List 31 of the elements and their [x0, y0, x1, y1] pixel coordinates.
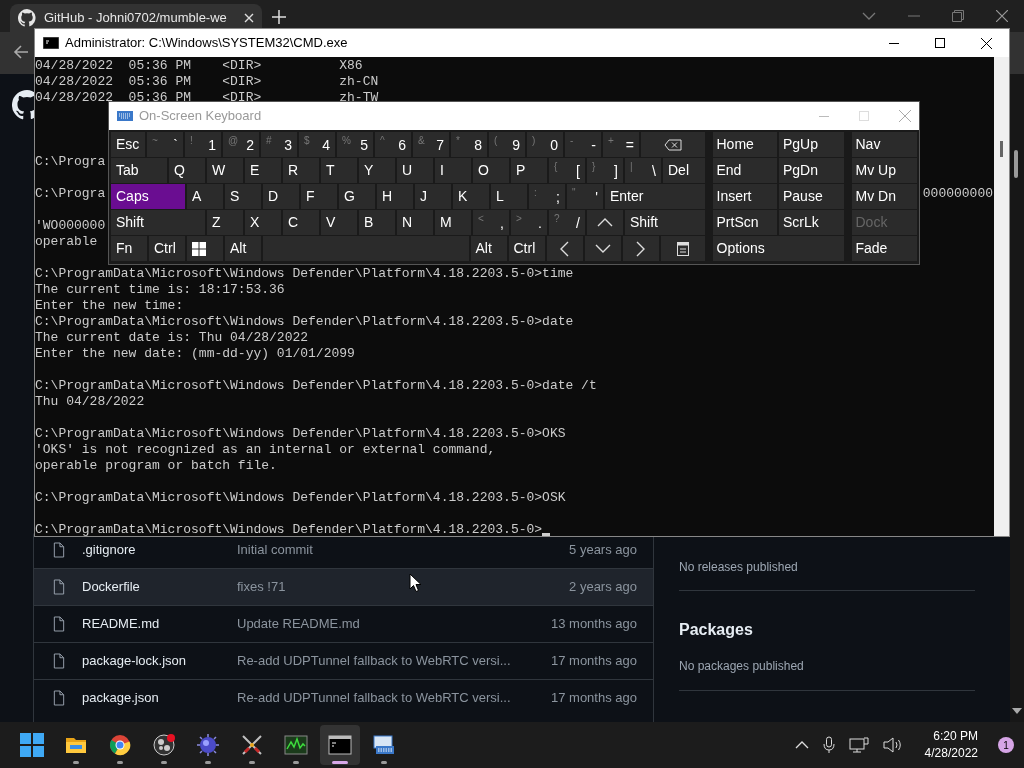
console-line: 000000000 — [922, 186, 994, 202]
commit-age: 2 years ago — [569, 578, 638, 597]
console-line: 04/28/2022 05:36 PM <DIR> X86 — [35, 58, 363, 74]
commit-age: 17 months ago — [551, 652, 638, 671]
console-line: C:\ProgramData\Microsoft\Windows Defender\Platform\4.18.2203.5-0>time — [35, 266, 574, 282]
releases-note: No releases published — [679, 559, 799, 574]
console-line: C:\ProgramData\Microsoft\Windows Defender\Platform\4.18.2203.5-0>date — [35, 314, 574, 330]
console-line: 04/28/2022 05:36 PM <DIR> zh-CN — [35, 74, 379, 90]
console-line: 'WO000000 — [35, 218, 106, 234]
console-line: operable — [35, 234, 98, 250]
console-line: C:\Progra — [35, 186, 106, 202]
commit-age: 13 months ago — [551, 615, 638, 634]
console-line: 'OKS' is not recognized as an internal or external command, — [35, 442, 496, 458]
console-line: C:\ProgramData\Microsoft\Windows Defender\Platform\4.18.2203.5-0>OSK — [35, 490, 566, 506]
console-line: C:\Progra — [35, 154, 106, 170]
console-line: C:\ProgramData\Microsoft\Windows Defender\Platform\4.18.2203.5-0>OKS — [35, 426, 566, 442]
console-line: operable program or batch file. — [35, 458, 277, 474]
packages-heading: Packages — [679, 620, 754, 638]
console-line: 04/28/2022 05:36 PM <DIR> zh-TW — [35, 90, 379, 106]
packages-note: No packages published — [679, 658, 805, 673]
console-line: The current date is: Thu 04/28/2022 — [35, 330, 309, 346]
console-line: The current time is: 18:17:53.36 — [35, 282, 285, 298]
commit-age: 17 months ago — [551, 689, 638, 708]
console-line: Enter the new time: — [35, 298, 184, 314]
console-line: Enter the new date: (mm-dd-yy) 01/01/2099 — [35, 346, 355, 362]
commit-age: 5 years ago — [569, 541, 638, 560]
window-title: Administrator: C:\Windows\SYSTEM32\CMD.exe — [65, 34, 348, 53]
console-line: C:\ProgramData\Microsoft\Windows Defender\Platform\4.18.2203.5-0>date /t — [35, 378, 597, 394]
tab-title: GitHub - Johni0702/mumble-we — [44, 9, 228, 28]
window-title: On-Screen Keyboard — [139, 107, 262, 126]
console-line: Thu 04/28/2022 — [35, 394, 145, 410]
